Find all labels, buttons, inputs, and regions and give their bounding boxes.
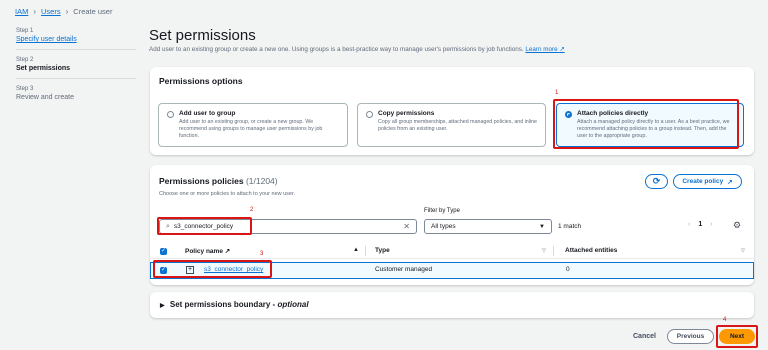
wizard-steps: Step 1 Specify user details Step 2 Set p…: [16, 28, 136, 114]
match-count: 1 match: [558, 223, 582, 230]
column-type[interactable]: Type: [375, 247, 390, 254]
step-3-label: Review and create: [16, 94, 74, 101]
filter-type-select[interactable]: All types ▼: [424, 219, 552, 234]
annotation-box-4: [716, 325, 758, 348]
breadcrumb-iam-link[interactable]: IAM: [15, 7, 28, 16]
subtitle-text: Add user to an existing group or create …: [149, 46, 524, 53]
policies-header: Permissions policies (1/1204): [159, 176, 278, 186]
column-attached-entities[interactable]: Attached entities: [565, 247, 617, 254]
sort-icon[interactable]: ▽: [741, 248, 745, 254]
option-title: Add user to group: [179, 110, 236, 117]
sort-icon[interactable]: ▽: [542, 248, 546, 254]
attached-entities: 0: [566, 266, 570, 273]
column-divider: [365, 246, 366, 256]
step-2-label: Set permissions: [16, 65, 71, 72]
caret-right-icon: ▶: [160, 303, 165, 309]
filter-label: Filter by Type: [424, 208, 460, 214]
permissions-boundary-panel[interactable]: ▶ Set permissions boundary - optional: [150, 292, 754, 318]
permissions-options-title: Permissions options: [159, 76, 243, 86]
settings-icon[interactable]: ⚙: [733, 220, 741, 231]
chevron-right-icon: ›: [33, 7, 37, 16]
previous-button[interactable]: Previous: [667, 329, 714, 344]
step-2: Step 2 Set permissions: [16, 57, 136, 79]
page-subtitle: Add user to an existing group or create …: [149, 46, 565, 53]
radio-add-to-group[interactable]: [167, 111, 174, 118]
refresh-icon: ⟳: [652, 176, 661, 186]
step-1-link[interactable]: Specify user details: [16, 36, 136, 43]
option-title: Copy permissions: [378, 110, 435, 117]
annotation-number-3: 3: [260, 251, 264, 257]
table-header: ✓ Policy name ↗ ▲ Type ▽ Attached entiti…: [150, 243, 754, 259]
boundary-title: Set permissions boundary -: [169, 300, 278, 309]
policies-count: (1/1204): [245, 176, 278, 186]
chevron-right-icon[interactable]: ›: [710, 221, 712, 228]
cancel-button[interactable]: Cancel: [633, 333, 656, 340]
external-link-icon: ↗: [727, 178, 733, 186]
policies-desc: Choose one or more policies to attach to…: [159, 191, 296, 197]
pagination: ‹ 1 ›: [688, 221, 713, 228]
option-add-to-group[interactable]: Add user to group Add user to an existin…: [158, 103, 348, 147]
create-policy-label: Create policy: [682, 178, 724, 185]
breadcrumb-current: Create user: [73, 7, 113, 16]
annotation-box-2: [157, 217, 252, 235]
step-1: Step 1 Specify user details: [16, 28, 136, 50]
sort-ascending-icon[interactable]: ▲: [353, 247, 359, 253]
external-link-icon: ↗: [559, 46, 565, 53]
column-label: Policy name: [185, 248, 223, 255]
annotation-number-2: 2: [250, 207, 254, 213]
chevron-right-icon: ›: [65, 7, 69, 16]
step-number: Step 1: [16, 28, 34, 34]
clear-icon[interactable]: ✕: [403, 222, 410, 231]
step-number: Step 3: [16, 86, 34, 92]
step-3: Step 3 Review and create: [16, 86, 136, 107]
learn-more-label: Learn more: [525, 46, 558, 53]
annotation-box-3: [153, 260, 272, 278]
page-number[interactable]: 1: [698, 221, 702, 228]
chevron-left-icon[interactable]: ‹: [688, 221, 690, 228]
annotation-number-1: 1: [555, 90, 559, 96]
refresh-button[interactable]: ⟳: [645, 174, 668, 189]
boundary-optional: optional: [277, 300, 309, 309]
annotation-number-4: 4: [723, 317, 727, 323]
filter-value: All types: [431, 223, 456, 230]
policy-type: Customer managed: [375, 266, 433, 273]
option-desc: Add user to an existing group, or create…: [179, 119, 323, 140]
caret-down-icon: ▼: [539, 223, 545, 230]
radio-copy-permissions[interactable]: [366, 111, 373, 118]
breadcrumb: IAM › Users › Create user: [15, 7, 112, 16]
select-all-checkbox[interactable]: ✓: [160, 248, 167, 255]
column-policy-name[interactable]: Policy name ↗: [185, 247, 230, 255]
page-title: Set permissions: [149, 27, 256, 44]
breadcrumb-users-link[interactable]: Users: [41, 7, 61, 16]
step-number: Step 2: [16, 57, 34, 63]
annotation-box-1: [553, 99, 739, 149]
option-desc: Copy all group memberships, attached man…: [378, 119, 537, 133]
create-policy-button[interactable]: Create policy ↗: [673, 174, 742, 189]
column-divider: [553, 246, 554, 256]
option-copy-permissions[interactable]: Copy permissions Copy all group membersh…: [357, 103, 546, 147]
policies-title: Permissions policies: [159, 176, 244, 186]
external-link-icon: ↗: [224, 248, 231, 255]
learn-more-link[interactable]: Learn more ↗: [525, 46, 564, 53]
boundary-header[interactable]: ▶ Set permissions boundary - optional: [160, 300, 309, 309]
